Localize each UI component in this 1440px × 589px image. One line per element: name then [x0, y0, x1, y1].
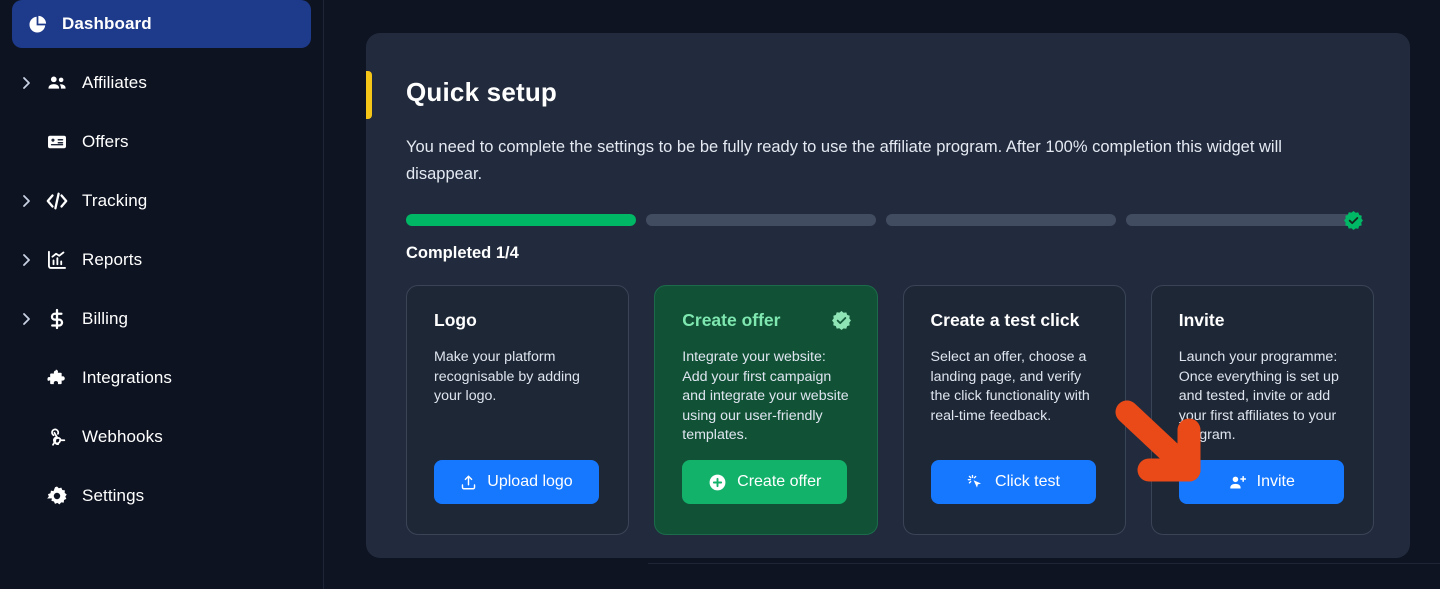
chevron-right-icon[interactable]: [22, 253, 42, 267]
puzzle-icon: [42, 367, 72, 389]
sidebar-item-tracking[interactable]: Tracking: [12, 177, 311, 225]
card-description: Integrate your website: Add your first c…: [682, 349, 849, 443]
setup-progress-bar: [406, 211, 1363, 230]
card-header: Invite: [1179, 310, 1348, 331]
button-label: Create offer: [737, 473, 822, 490]
sidebar-item-reports[interactable]: Reports: [12, 236, 311, 284]
sidebar-item-label: Affiliates: [82, 73, 147, 92]
progress-segment-1: [406, 214, 636, 226]
setup-card-create-offer[interactable]: Create offer Integrate your website: Add…: [654, 285, 878, 535]
sidebar-item-label: Billing: [82, 309, 129, 328]
bar-chart-icon: [42, 249, 72, 271]
setup-card-test-click[interactable]: Create a test click Select an offer, cho…: [902, 285, 1126, 535]
card-description: Make your platform recognisable by addin…: [434, 349, 580, 404]
sidebar-item-billing[interactable]: Billing: [12, 295, 311, 343]
progress-segment-3: [886, 214, 1116, 226]
cursor-sparkle-icon: [966, 473, 985, 492]
setup-cards: Logo Make your platform recognisable by …: [406, 285, 1374, 535]
upload-icon: [460, 474, 477, 491]
card-description: Launch your programme: Once everything i…: [1178, 349, 1339, 443]
card-title: Invite: [1178, 310, 1225, 330]
progress-segment-2: [646, 214, 876, 226]
check-badge-icon: [1343, 210, 1364, 231]
invite-button[interactable]: Invite: [1178, 460, 1344, 504]
click-test-button[interactable]: Click test: [930, 460, 1096, 504]
dollar-icon: [42, 308, 72, 330]
sidebar-item-label: Offers: [82, 132, 129, 151]
chevron-right-icon[interactable]: [22, 194, 42, 208]
card-description: Select an offer, choose a landing page, …: [930, 349, 1090, 424]
main-content: Quick setup You need to complete the set…: [324, 0, 1440, 589]
setup-card-logo[interactable]: Logo Make your platform recognisable by …: [406, 285, 630, 535]
gear-icon: [42, 485, 72, 507]
page-title: Quick setup: [406, 77, 558, 107]
card-icon: [42, 131, 72, 153]
pie-chart-icon: [22, 14, 52, 35]
sidebar-item-label: Reports: [82, 250, 143, 269]
card-header: Create offer: [682, 310, 851, 331]
sidebar-item-label: Tracking: [82, 191, 148, 210]
users-icon: [42, 72, 72, 94]
card-title: Create offer: [682, 310, 781, 330]
quick-setup-panel: Quick setup You need to complete the set…: [366, 33, 1410, 558]
button-label: Invite: [1256, 473, 1295, 490]
webhook-icon: [42, 426, 72, 448]
sidebar-item-offers[interactable]: Offers: [12, 118, 311, 166]
card-header: Logo: [434, 310, 603, 331]
check-badge-icon: [831, 310, 852, 331]
card-header: Create a test click: [931, 310, 1100, 331]
app-root: Dashboard Affiliates Offers Tracking Rep…: [0, 0, 1440, 589]
create-offer-button[interactable]: Create offer: [682, 460, 848, 504]
sidebar-item-webhooks[interactable]: Webhooks: [12, 413, 311, 461]
panel-description: You need to complete the settings to be …: [406, 138, 1282, 183]
setup-card-invite[interactable]: Invite Launch your programme: Once every…: [1150, 285, 1374, 535]
sidebar: Dashboard Affiliates Offers Tracking Rep…: [0, 0, 324, 589]
chevron-right-icon[interactable]: [22, 312, 42, 326]
bottom-divider: [648, 563, 1440, 564]
sidebar-item-dashboard[interactable]: Dashboard: [12, 0, 311, 48]
sidebar-item-settings[interactable]: Settings: [12, 472, 311, 520]
progress-segment-4: [1126, 214, 1356, 226]
accent-bar: [366, 71, 372, 119]
button-label: Click test: [995, 473, 1060, 490]
card-title: Logo: [434, 310, 477, 330]
sidebar-item-integrations[interactable]: Integrations: [12, 354, 311, 402]
plus-circle-icon: [708, 473, 727, 492]
sidebar-item-label: Dashboard: [62, 14, 152, 33]
completed-count: Completed 1/4: [406, 244, 519, 262]
user-plus-icon: [1228, 473, 1247, 492]
sidebar-item-label: Settings: [82, 486, 145, 505]
upload-logo-button[interactable]: Upload logo: [434, 460, 599, 504]
sidebar-item-label: Webhooks: [82, 427, 163, 446]
sidebar-item-label: Integrations: [82, 368, 173, 387]
card-title: Create a test click: [930, 310, 1080, 330]
chevron-right-icon[interactable]: [22, 76, 42, 90]
code-icon: [42, 189, 72, 213]
button-label: Upload logo: [487, 473, 573, 490]
sidebar-item-affiliates[interactable]: Affiliates: [12, 59, 311, 107]
